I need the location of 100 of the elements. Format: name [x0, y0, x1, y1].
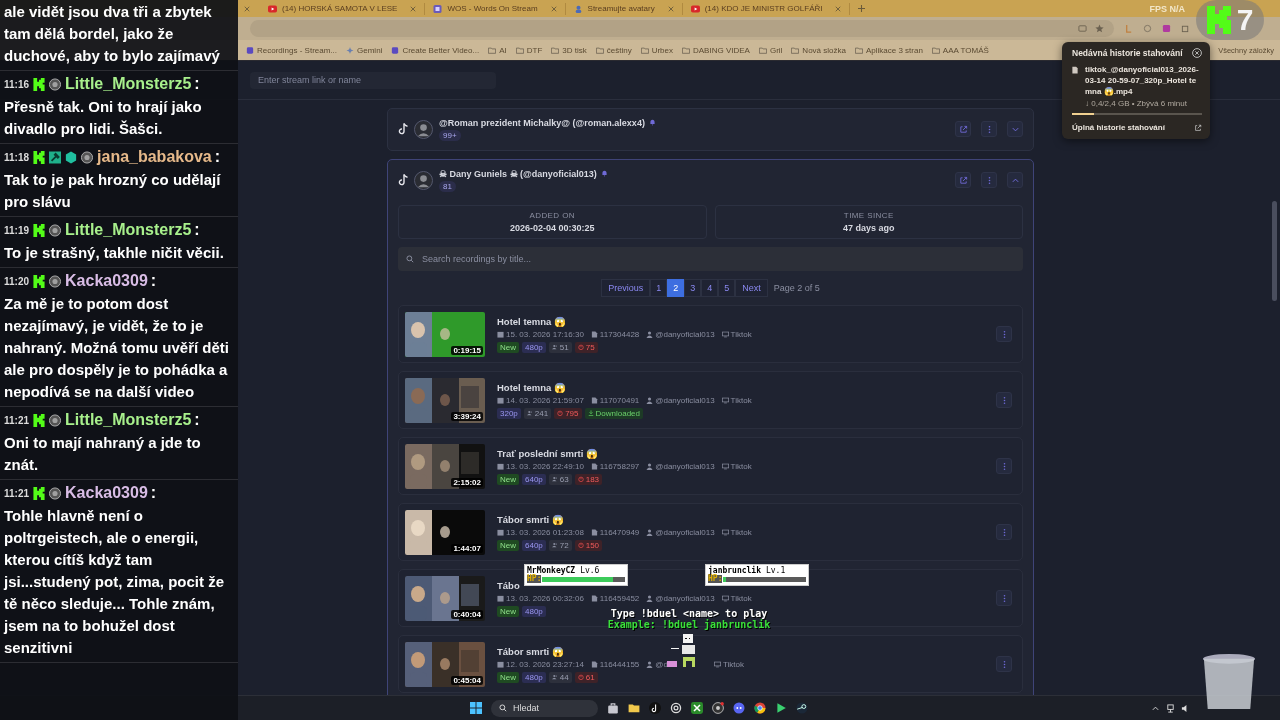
page-button[interactable]: 3	[684, 279, 702, 297]
file-icon	[590, 462, 598, 470]
file-icon	[590, 528, 598, 536]
download-filename[interactable]: tiktok_@danyoficial013_2026-03-14 20-59-07_320p_Hotel temna 😱.mp4	[1085, 65, 1202, 98]
browser-icon[interactable]	[754, 702, 766, 714]
more-button[interactable]	[981, 121, 997, 137]
more-button[interactable]	[996, 656, 1012, 672]
open-external-icon[interactable]	[1194, 123, 1202, 132]
bookmark[interactable]: Create Better Video...	[391, 45, 480, 55]
next-button[interactable]: Next	[735, 279, 768, 297]
browser-tab[interactable]: (14) KDO JE MINISTR GOLFÁŘI	[682, 2, 851, 15]
previous-button[interactable]: Previous	[601, 279, 651, 297]
bookmark[interactable]: Gemini	[346, 45, 383, 55]
full-history-link[interactable]: Úplná historie stahování	[1072, 123, 1165, 133]
chat-username: Little_Monsterz5	[65, 221, 192, 239]
chat-message: Tohle hlavně není o poltrgeistech, ale o energii, kterou cítíš když tam jsi...studený pot, zima, pocit že tě něco sleduje... Tohle znám, jsem na to bohužel dost senzitivni	[4, 506, 226, 658]
extension-icon[interactable]	[1124, 24, 1133, 33]
person-icon	[646, 528, 654, 536]
bookmark[interactable]: 3D tisk	[551, 45, 587, 55]
page-button[interactable]: 5	[718, 279, 736, 297]
chat-username: Kacka0309	[65, 484, 148, 502]
page-button[interactable]: 2	[667, 279, 685, 297]
scrollbar[interactable]	[1272, 201, 1277, 301]
browser-tab[interactable]: WOS - Words On Stream	[425, 2, 566, 15]
play-icon[interactable]	[775, 702, 787, 714]
bookmark[interactable]: AI	[488, 45, 507, 55]
chat-username: Kacka0309	[65, 272, 148, 290]
folder-icon	[595, 46, 604, 54]
more-button[interactable]	[996, 458, 1012, 474]
bookmark[interactable]: DTF	[515, 45, 543, 55]
recording-id: 117070491	[599, 395, 640, 405]
extension-icon[interactable]	[1162, 24, 1171, 33]
browser-tab[interactable]: (14) HORSKÁ SAMOTA V LESE	[260, 2, 426, 15]
hammer-badge-icon	[49, 150, 62, 164]
bookmark[interactable]: češtiny	[595, 45, 632, 55]
stat-value: 47 days ago	[843, 223, 895, 233]
game-icon[interactable]	[691, 702, 703, 714]
calendar-icon	[497, 528, 504, 536]
expand-button[interactable]	[1007, 121, 1023, 137]
start-icon[interactable]	[470, 702, 482, 714]
person-icon	[646, 396, 654, 404]
music-note-icon[interactable]	[649, 702, 661, 714]
recording-owner: @danyoficial013	[655, 527, 715, 537]
folder-icon[interactable]	[628, 702, 640, 714]
tag: New	[497, 671, 519, 683]
tag: 150	[574, 539, 603, 551]
calendar-icon	[497, 594, 504, 602]
collapse-button[interactable]	[1007, 172, 1023, 188]
badge-icon	[33, 413, 46, 427]
bookmark[interactable]: Recordings - Stream...	[246, 45, 338, 55]
network-icon[interactable]	[1166, 703, 1175, 713]
recording-date: 13. 03. 2026 01:23:08	[506, 527, 584, 537]
more-button[interactable]	[996, 392, 1012, 408]
star-icon[interactable]	[1095, 24, 1104, 33]
page-button[interactable]: 1	[650, 279, 668, 297]
install-icon[interactable]	[1078, 24, 1087, 33]
recording-title[interactable]: Tábo	[497, 579, 520, 591]
search-field[interactable]: Search recordings by title...	[398, 247, 1023, 271]
store-icon[interactable]	[607, 702, 619, 714]
timer-icon	[577, 344, 584, 350]
bell-icon[interactable]	[600, 170, 608, 177]
downloads-title: Nedávná historie stahování	[1072, 48, 1183, 58]
sparkle-icon	[346, 46, 355, 54]
search-field[interactable]: Hledat	[491, 699, 598, 717]
more-button[interactable]	[996, 590, 1012, 606]
open-external-icon	[958, 124, 968, 134]
people-icon	[551, 344, 558, 350]
open-link-button[interactable]	[955, 172, 971, 188]
recording-title[interactable]: Hotel temna 😱	[497, 381, 566, 393]
recording-title[interactable]: Hotel temna 😱	[497, 315, 566, 327]
chat-app-icon[interactable]	[733, 702, 745, 714]
knot-icon[interactable]	[670, 702, 682, 714]
recording-title[interactable]: Tábor smrti 😱	[497, 645, 564, 657]
new-tab-icon[interactable]	[858, 5, 866, 12]
bookmark[interactable]: DABING VIDEA	[682, 45, 750, 55]
open-link-button[interactable]	[955, 121, 971, 137]
browser-tab[interactable]: Streamujte avatary	[565, 2, 683, 15]
bell-icon[interactable]	[648, 119, 656, 126]
record-icon[interactable]	[712, 702, 724, 714]
recording-platform: Tiktok	[730, 461, 752, 471]
page-button[interactable]: 4	[701, 279, 719, 297]
recording-title[interactable]: Tábor smrti 😱	[497, 513, 564, 525]
bookmark[interactable]: Urbex	[640, 45, 673, 55]
hp-label: HP:	[527, 575, 542, 583]
extension-icon[interactable]	[1143, 24, 1152, 33]
more-button[interactable]	[981, 172, 997, 188]
more-button[interactable]	[996, 326, 1012, 342]
timer-icon	[557, 410, 564, 416]
person-icon	[646, 594, 654, 602]
duration-label: 3:39:24	[451, 411, 483, 421]
bookmark[interactable]: Nová složka	[791, 45, 846, 55]
more-button[interactable]	[996, 524, 1012, 540]
tag: New	[497, 605, 519, 617]
recording-title[interactable]: Trať poslední smrti 😱	[497, 447, 599, 459]
bookmark[interactable]: Aplikace 3 stran	[854, 45, 923, 55]
bookmark[interactable]: Gril	[758, 45, 783, 55]
medal-badge-icon	[49, 77, 62, 91]
stream-input[interactable]: Enter stream link or name	[250, 71, 496, 89]
puzzle-icon[interactable]	[1181, 24, 1190, 33]
bookmark[interactable]: AAA TOMÁŠ	[931, 45, 989, 55]
